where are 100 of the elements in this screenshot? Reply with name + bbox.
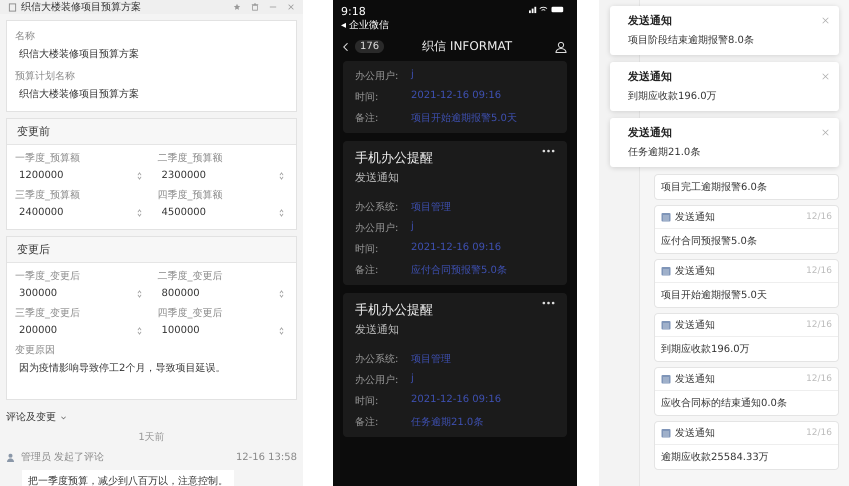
- chevron-down-icon[interactable]: [60, 414, 67, 420]
- field-label: 名称: [15, 30, 36, 43]
- row-value: 2021-12-16 09:16: [411, 90, 502, 103]
- field-label: 二季度_预算额: [158, 152, 224, 165]
- field-label: 一季度_预算额: [15, 152, 81, 165]
- nav-title: 织信 INFORMAT: [422, 38, 512, 55]
- row-value: j: [411, 221, 414, 234]
- spinner-icon[interactable]: [136, 172, 142, 180]
- row-value: 2021-12-16 09:16: [411, 394, 502, 407]
- toast-title: 发送通知: [628, 125, 672, 140]
- number-field[interactable]: 100000: [158, 324, 288, 337]
- number-field[interactable]: 200000: [15, 324, 146, 337]
- close-icon[interactable]: [822, 73, 829, 80]
- card-title: 手机办公提醒: [355, 150, 433, 167]
- row-label: 办公系统:: [355, 200, 400, 214]
- notification-date: 12/16: [806, 374, 832, 384]
- row-label: 时间:: [355, 394, 380, 408]
- row-value: 任务逾期21.0条: [411, 416, 484, 429]
- comment-bubble: 把一季度预算，减少到八百万以，注意控制。: [22, 470, 234, 486]
- calendar-icon: [661, 428, 671, 438]
- toast-title: 发送通知: [628, 13, 672, 28]
- number-field[interactable]: 4500000: [158, 206, 288, 219]
- card-subtitle: 发送通知: [355, 170, 400, 185]
- calendar-icon: [661, 374, 671, 384]
- spinner-icon[interactable]: [279, 208, 284, 216]
- user-icon[interactable]: [555, 40, 567, 52]
- field-label: 三季度_预算额: [15, 188, 81, 202]
- notification-date: 12/16: [806, 320, 832, 330]
- star-icon[interactable]: [233, 3, 241, 11]
- section-title: 变更后: [7, 237, 296, 263]
- notification-title: 发送通知: [675, 318, 715, 332]
- notification-text: 项目开始逾期报警5.0天: [660, 288, 768, 303]
- notification-title: 发送通知: [675, 426, 715, 440]
- row-label: 办公用户:: [355, 374, 400, 387]
- notification-text: 应付合同预报警5.0条: [660, 234, 758, 249]
- number-field[interactable]: 2400000: [15, 206, 146, 219]
- back-to-app-link[interactable]: ◂ 企业微信: [341, 18, 390, 32]
- row-value: 项目管理: [411, 353, 451, 366]
- row-value: 2021-12-16 09:16: [411, 242, 502, 255]
- close-icon[interactable]: [822, 17, 829, 24]
- spinner-icon[interactable]: [279, 326, 284, 334]
- spinner-icon[interactable]: [136, 326, 142, 334]
- notification-text: 应收合同标的结束通知0.0条: [660, 396, 788, 411]
- notification-card[interactable]: 发送通知 12/16 应付合同预报警5.0条: [654, 205, 839, 254]
- field-label: 二季度_变更后: [158, 270, 224, 283]
- notification-card[interactable]: 项目完工逾期报警6.0条: [654, 174, 839, 200]
- spinner-icon[interactable]: [136, 208, 142, 216]
- notification-date: 12/16: [806, 428, 832, 438]
- comment-author: 管理员 发起了评论: [21, 450, 104, 464]
- row-label: 时间:: [355, 90, 380, 104]
- comments-title[interactable]: 评论及变更: [6, 410, 56, 424]
- spinner-icon[interactable]: [279, 290, 284, 298]
- number-field[interactable]: 300000: [15, 287, 146, 300]
- back-icon[interactable]: [343, 42, 349, 52]
- row-label: 办公系统:: [355, 352, 400, 366]
- calendar-icon: [661, 212, 671, 222]
- row-label: 备注:: [355, 112, 380, 125]
- user-icon: [6, 452, 15, 462]
- field-label: 变更原因: [15, 344, 56, 357]
- row-value: 项目管理: [411, 201, 451, 214]
- notification-card[interactable]: 发送通知 12/16 到期应收款196.0万: [654, 313, 839, 362]
- notification-card[interactable]: 发送通知 12/16 项目开始逾期报警5.0天: [654, 259, 839, 308]
- trash-icon[interactable]: [251, 3, 259, 11]
- close-icon[interactable]: [287, 3, 295, 11]
- notification-text: 逾期应收款25584.33万: [660, 450, 770, 465]
- notification-card[interactable]: 发送通知 12/16 应收合同标的结束通知0.0条: [654, 367, 839, 416]
- calendar-icon: [661, 266, 671, 276]
- section-title: 变更前: [7, 119, 296, 145]
- field-label: 预算计划名称: [15, 70, 76, 83]
- field-value: 织信大楼装修项目预算方案: [18, 88, 140, 101]
- status-time: 9:18: [341, 5, 367, 18]
- field-label: 四季度_变更后: [158, 306, 224, 320]
- row-label: 办公用户:: [355, 70, 400, 83]
- spinner-icon[interactable]: [279, 172, 284, 180]
- toast-text: 项目阶段结束逾期报警8.0条: [628, 34, 755, 47]
- spinner-icon[interactable]: [136, 290, 142, 298]
- row-label: 办公用户:: [355, 222, 400, 235]
- card-title: 手机办公提醒: [355, 302, 433, 319]
- close-icon[interactable]: [822, 129, 829, 136]
- field-label: 四季度_预算额: [158, 188, 224, 202]
- number-field[interactable]: 1200000: [15, 169, 146, 182]
- row-label: 时间:: [355, 242, 380, 256]
- calendar-icon: [661, 320, 671, 330]
- more-icon[interactable]: [542, 301, 555, 305]
- row-value: j: [411, 373, 414, 386]
- row-label: 备注:: [355, 416, 380, 429]
- number-field[interactable]: 2300000: [158, 169, 288, 182]
- more-icon[interactable]: [542, 149, 555, 153]
- toast-title: 发送通知: [628, 69, 672, 84]
- row-value: j: [411, 69, 414, 82]
- row-value: 项目开始逾期报警5.0天: [411, 112, 517, 125]
- notification-card[interactable]: 发送通知 12/16 逾期应收款25584.33万: [654, 421, 839, 470]
- card-subtitle: 发送通知: [355, 322, 400, 337]
- unread-count-badge: 176: [355, 40, 384, 53]
- number-field[interactable]: 800000: [158, 287, 288, 300]
- field-label: 一季度_变更后: [15, 270, 81, 283]
- row-value: 应付合同预报警5.0条: [411, 264, 507, 277]
- toast-text: 到期应收款196.0万: [628, 90, 718, 103]
- toast-text: 任务逾期21.0条: [628, 146, 702, 159]
- notification-text: 到期应收款196.0万: [660, 342, 751, 357]
